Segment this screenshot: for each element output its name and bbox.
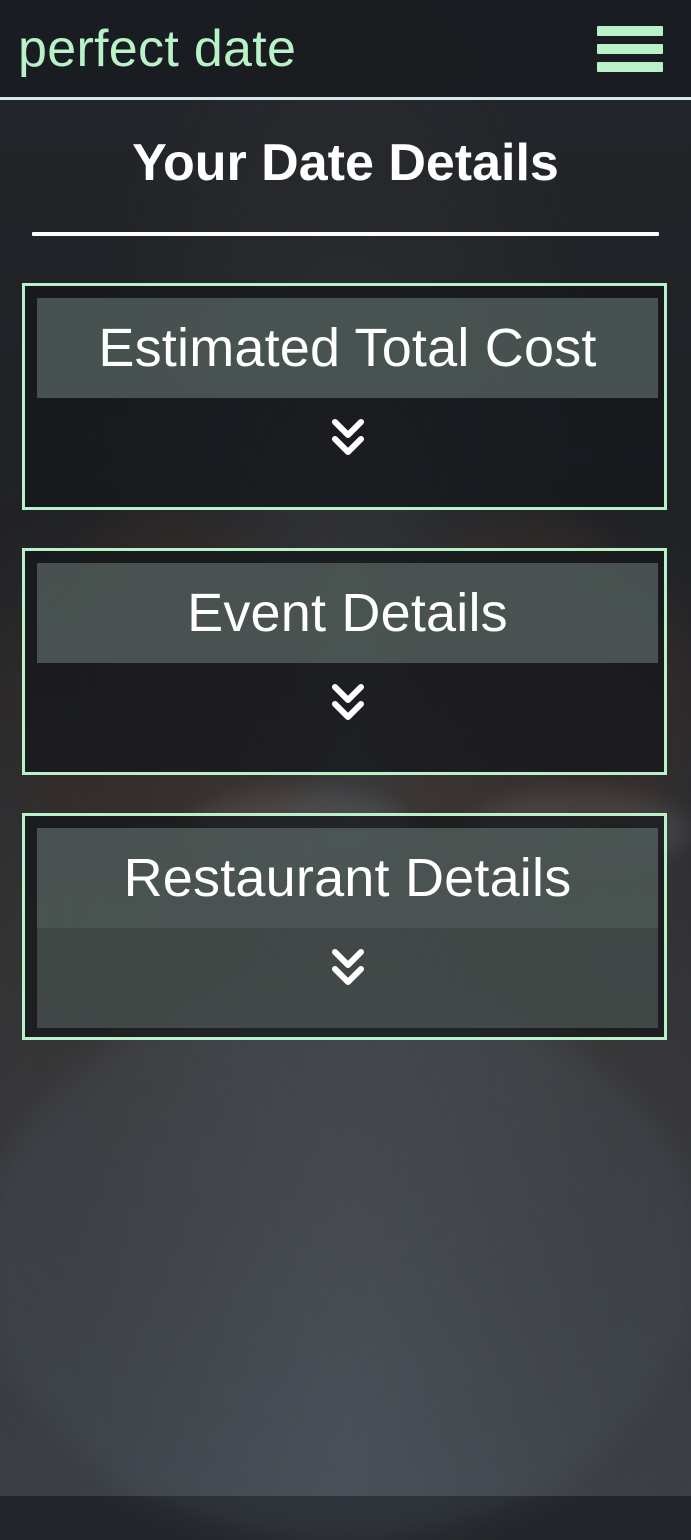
brand-logo-text[interactable]: perfect date (18, 18, 296, 80)
title-divider (32, 232, 659, 236)
panel-title: Event Details (187, 583, 508, 643)
panel-body (37, 398, 658, 498)
panel-title: Restaurant Details (123, 848, 572, 908)
panel-header[interactable]: Estimated Total Cost (37, 298, 658, 398)
panel-title: Estimated Total Cost (98, 318, 597, 378)
panel-header[interactable]: Event Details (37, 563, 658, 663)
restaurant-details-panel: Restaurant Details (22, 813, 667, 1040)
top-navbar: perfect date (0, 0, 691, 100)
hamburger-menu-icon[interactable] (597, 26, 663, 76)
page-title: Your Date Details (132, 134, 559, 192)
panel-body (37, 928, 658, 1028)
estimated-total-cost-panel: Estimated Total Cost (22, 283, 667, 510)
panel-header[interactable]: Restaurant Details (37, 828, 658, 928)
panel-body (37, 663, 658, 763)
double-chevron-down-icon[interactable] (330, 946, 366, 992)
hamburger-line (597, 26, 663, 36)
page-title-wrap: Your Date Details (0, 132, 691, 194)
double-chevron-down-icon[interactable] (330, 416, 366, 462)
background-photo-shape (0, 980, 691, 1540)
hamburger-line (597, 62, 663, 72)
double-chevron-down-icon[interactable] (330, 681, 366, 727)
event-details-panel: Event Details (22, 548, 667, 775)
hamburger-line (597, 44, 663, 54)
